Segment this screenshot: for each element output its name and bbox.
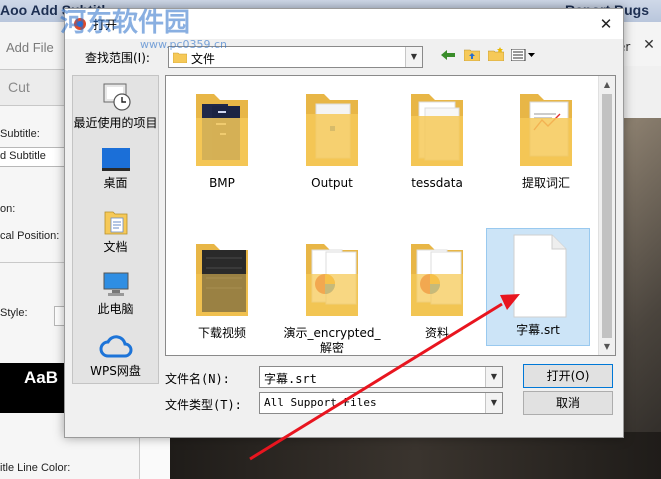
folder-icon — [173, 52, 187, 63]
chevron-down-icon[interactable]: ▼ — [485, 367, 502, 387]
folder-name-tessdata: tessdata — [411, 176, 463, 190]
this-pc-icon — [103, 272, 128, 296]
folder-item-demo-encrypted[interactable]: 演示_encrypted_ 解密 — [280, 234, 384, 356]
place-desktop[interactable]: 桌面 — [73, 148, 158, 190]
back-arrow-icon[interactable] — [437, 47, 459, 67]
cut-button[interactable]: Cut — [8, 79, 30, 95]
places-bar: 最近使用的项目 桌面 文档 此电脑 WPS网盘 — [72, 75, 159, 384]
folder-icon — [196, 244, 248, 316]
open-button[interactable]: 打开(O) — [523, 364, 613, 388]
watermark-text: 河东软件园 — [60, 8, 191, 38]
add-subtitle-label: d Subtitle — [0, 150, 46, 162]
view-menu-icon[interactable] — [509, 47, 539, 67]
place-wps-cloud-label: WPS网盘 — [90, 364, 141, 378]
place-this-pc-label: 此电脑 — [97, 302, 134, 316]
video-preview-bottom — [170, 432, 661, 479]
file-item-subtitle-srt[interactable]: 字幕.srt — [486, 228, 590, 346]
filetype-label: 文件类型(T): — [165, 398, 242, 412]
look-in-label: 查找范围(I): — [85, 51, 150, 65]
add-file-button[interactable]: Add File — [6, 40, 54, 55]
filename-value: 字幕.srt — [264, 372, 317, 386]
place-recent-label: 最近使用的项目 — [73, 116, 158, 130]
vertical-position-label: cal Position: — [0, 230, 60, 242]
folder-icon — [520, 94, 572, 166]
folder-icon — [196, 94, 248, 166]
place-desktop-label: 桌面 — [103, 176, 128, 190]
folder-item-extract-vocab[interactable]: 提取词汇 — [494, 84, 598, 204]
watermark-url: www.pc0359.cn — [140, 38, 228, 51]
subtitle-line-color-label: itle Line Color: — [0, 462, 71, 474]
folder-item-output[interactable]: Output — [280, 84, 384, 204]
chevron-down-icon[interactable]: ▼ — [405, 47, 422, 67]
place-this-pc[interactable]: 此电脑 — [73, 272, 158, 316]
file-list: BMP Output tessdata 提取词汇 下载视频 演示_encrypt… — [165, 75, 616, 356]
open-file-dialog: 打开 ✕ 查找范围(I): 文件 ▼ 最近使用的项目 桌面 文档 此电脑 WPS… — [64, 8, 624, 438]
filetype-select[interactable]: All Support Files ▼ — [259, 392, 503, 414]
scroll-up-icon[interactable]: ▲ — [599, 76, 615, 93]
look-in-value: 文件 — [191, 52, 216, 66]
close-icon[interactable]: ✕ — [640, 36, 658, 54]
chevron-down-icon[interactable]: ▼ — [485, 393, 502, 413]
folder-item-tessdata[interactable]: tessdata — [385, 84, 489, 204]
folder-name-output: Output — [311, 176, 353, 190]
scroll-down-icon[interactable]: ▼ — [599, 338, 615, 355]
folder-icon — [306, 94, 358, 166]
file-icon — [513, 234, 567, 318]
filetype-value: All Support Files — [264, 396, 377, 409]
file-name-subtitle-srt: 字幕.srt — [516, 323, 560, 337]
filename-input[interactable]: 字幕.srt ▼ — [259, 366, 503, 388]
folder-item-download-video[interactable]: 下载视频 — [170, 234, 274, 354]
filename-label: 文件名(N): — [165, 372, 230, 386]
position-label: on: — [0, 203, 16, 215]
style-label: Style: — [0, 307, 28, 319]
folder-icon — [411, 244, 463, 316]
folder-name-demo-encrypted: 演示_encrypted_ — [283, 326, 381, 340]
dialog-close-icon[interactable]: ✕ — [595, 13, 617, 35]
wps-cloud-icon — [99, 335, 132, 358]
folder-name-download-video: 下载视频 — [197, 326, 246, 340]
folder-icon — [306, 244, 358, 316]
folder-item-materials[interactable]: 资料 — [385, 234, 489, 354]
place-documents-label: 文档 — [103, 240, 128, 254]
folder-name-materials: 资料 — [424, 326, 449, 340]
folder-icon — [411, 94, 463, 166]
subtitle-label: Subtitle: — [0, 128, 40, 140]
place-recent[interactable]: 最近使用的项目 — [73, 82, 158, 130]
place-wps-cloud[interactable]: WPS网盘 — [73, 334, 158, 378]
place-documents[interactable]: 文档 — [73, 208, 158, 254]
folder-name-bmp: BMP — [209, 176, 235, 190]
folder-name-extract-vocab: 提取词汇 — [521, 176, 570, 190]
folder-item-bmp[interactable]: BMP — [170, 84, 274, 204]
up-folder-icon[interactable] — [461, 47, 483, 67]
folder-name-demo-encrypted-line2: 解密 — [319, 341, 344, 355]
desktop-icon — [101, 148, 130, 171]
vertical-scrollbar[interactable]: ▲ ▼ — [598, 76, 615, 355]
scroll-thumb[interactable] — [602, 94, 612, 338]
new-folder-icon[interactable] — [485, 47, 507, 67]
recent-places-icon — [103, 83, 131, 111]
documents-icon — [104, 211, 127, 235]
cancel-button[interactable]: 取消 — [523, 391, 613, 415]
